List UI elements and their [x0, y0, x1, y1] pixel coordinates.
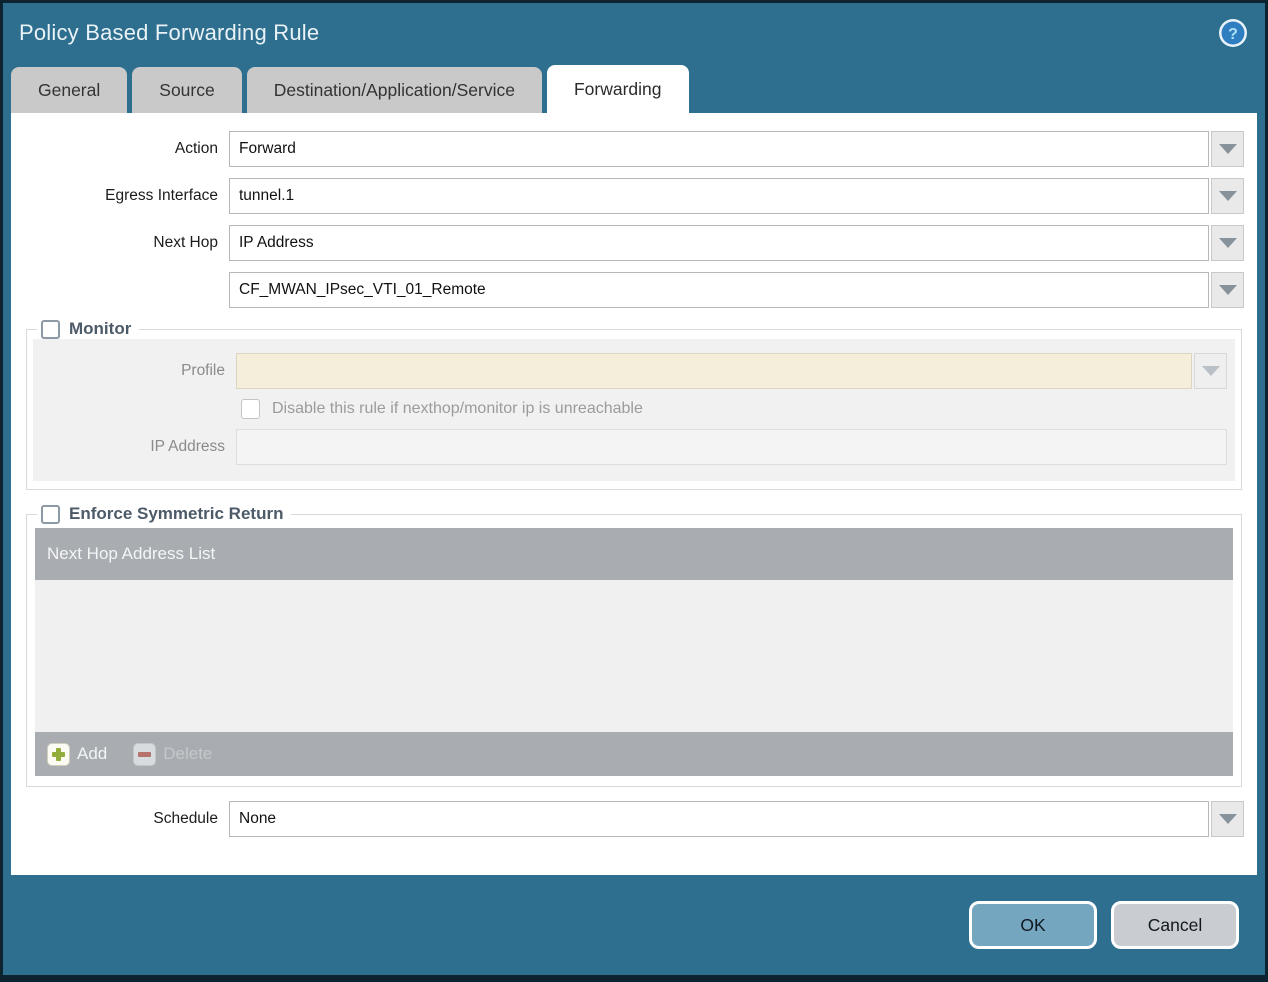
action-label: Action	[174, 140, 218, 157]
disable-rule-checkbox	[241, 399, 260, 419]
next-hop-row: Next Hop IP Address	[24, 225, 1244, 261]
tab-forwarding[interactable]: Forwarding	[546, 65, 689, 113]
next-hop-address-list-footer: Add Delete	[35, 732, 1233, 776]
action-select[interactable]: Forward	[229, 131, 1209, 167]
disable-rule-row: Disable this rule if nexthop/monitor ip …	[41, 399, 1227, 419]
dialog-title: Policy Based Forwarding Rule	[19, 20, 320, 45]
svg-text:?: ?	[1228, 26, 1238, 43]
forwarding-tab-panel: Action Forward Egress Interface tunnel.1…	[11, 113, 1257, 875]
chevron-down-icon	[1218, 191, 1237, 201]
next-hop-address-list-table: Next Hop Address List Add Delete	[35, 528, 1233, 776]
monitor-fieldset: Monitor Profile Disable this rule if nex…	[26, 319, 1242, 490]
chevron-down-icon	[1218, 285, 1237, 295]
chevron-down-icon	[1201, 366, 1220, 376]
monitor-legend-label: Monitor	[69, 319, 132, 338]
egress-interface-row: Egress Interface tunnel.1	[24, 178, 1244, 214]
next-hop-address-dropdown-button[interactable]	[1211, 272, 1244, 308]
next-hop-address-select[interactable]: CF_MWAN_IPsec_VTI_01_Remote	[229, 272, 1209, 308]
dialog-footer: OK Cancel	[3, 875, 1265, 975]
tab-label: General	[38, 79, 101, 100]
monitor-ip-address-row: IP Address	[41, 429, 1227, 465]
tab-label: Forwarding	[573, 78, 662, 99]
policy-based-forwarding-rule-dialog: Policy Based Forwarding Rule ? General S…	[0, 0, 1268, 982]
profile-label: Profile	[181, 362, 225, 379]
add-button[interactable]: Add	[47, 742, 108, 766]
add-button-label: Add	[77, 744, 108, 763]
next-hop-dropdown-button[interactable]	[1211, 225, 1244, 261]
monitor-legend: Monitor	[37, 319, 139, 339]
chevron-down-icon	[1218, 238, 1237, 248]
tab-source[interactable]: Source	[132, 67, 242, 113]
plus-icon	[47, 742, 70, 766]
cancel-button[interactable]: Cancel	[1111, 901, 1239, 949]
monitor-checkbox[interactable]	[41, 319, 60, 339]
enforce-symmetric-return-legend-label: Enforce Symmetric Return	[69, 504, 284, 523]
schedule-dropdown-button[interactable]	[1211, 801, 1244, 837]
delete-button[interactable]: Delete	[133, 742, 213, 766]
tab-label: Source	[159, 79, 215, 100]
next-hop-type-select[interactable]: IP Address	[229, 225, 1209, 261]
tab-destination-application-service[interactable]: Destination/Application/Service	[246, 67, 542, 113]
profile-row: Profile	[41, 353, 1227, 389]
tab-bar: General Source Destination/Application/S…	[3, 63, 1265, 113]
enforce-symmetric-return-legend: Enforce Symmetric Return	[37, 504, 291, 524]
tab-label: Destination/Application/Service	[273, 79, 515, 100]
help-button[interactable]: ?	[1217, 17, 1249, 49]
next-hop-label: Next Hop	[153, 234, 218, 251]
schedule-label: Schedule	[153, 810, 218, 827]
chevron-down-icon	[1218, 144, 1237, 154]
schedule-row: Schedule None	[24, 801, 1244, 837]
monitor-ip-address-label: IP Address	[150, 438, 225, 455]
egress-interface-label: Egress Interface	[105, 187, 218, 204]
action-row: Action Forward	[24, 131, 1244, 167]
egress-interface-select[interactable]: tunnel.1	[229, 178, 1209, 214]
next-hop-address-list-body[interactable]	[35, 580, 1233, 732]
delete-button-label: Delete	[163, 744, 213, 763]
monitor-ip-address-input	[236, 429, 1227, 465]
egress-interface-dropdown-button[interactable]	[1211, 178, 1244, 214]
enforce-symmetric-return-checkbox[interactable]	[41, 504, 60, 524]
help-icon: ?	[1217, 19, 1249, 52]
schedule-select[interactable]: None	[229, 801, 1209, 837]
chevron-down-icon	[1218, 814, 1237, 824]
ok-button[interactable]: OK	[969, 901, 1097, 949]
enforce-symmetric-return-fieldset: Enforce Symmetric Return Next Hop Addres…	[26, 504, 1242, 787]
profile-select	[236, 353, 1192, 389]
next-hop-address-row: CF_MWAN_IPsec_VTI_01_Remote	[24, 272, 1244, 308]
next-hop-address-list-header: Next Hop Address List	[35, 528, 1233, 580]
monitor-panel: Profile Disable this rule if nexthop/mon…	[33, 339, 1235, 481]
minus-icon	[133, 742, 157, 766]
tab-general[interactable]: General	[11, 67, 128, 113]
action-dropdown-button[interactable]	[1211, 131, 1244, 167]
dialog-titlebar: Policy Based Forwarding Rule ?	[3, 3, 1265, 63]
disable-rule-label: Disable this rule if nexthop/monitor ip …	[272, 400, 643, 417]
profile-dropdown-button	[1194, 353, 1227, 389]
